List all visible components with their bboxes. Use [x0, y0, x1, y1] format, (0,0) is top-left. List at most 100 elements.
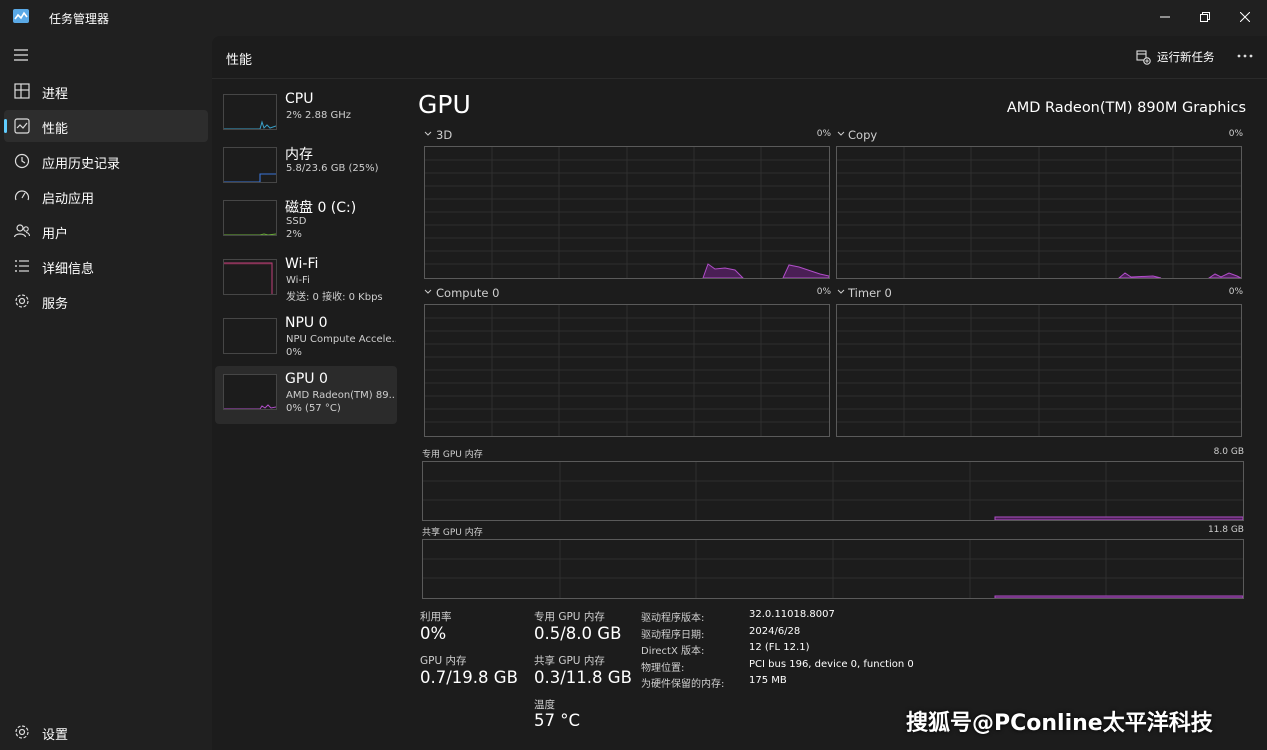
info-value: 175 MB — [749, 675, 787, 686]
nav-item-startup-apps[interactable]: 启动应用 — [4, 180, 208, 212]
device-card-memory[interactable]: 内存 5.8/23.6 GB (25%) — [215, 139, 397, 197]
run-new-task-label: 运行新任务 — [1157, 50, 1215, 64]
device-name: Wi-Fi — [285, 256, 319, 272]
nav-label: 应用历史记录 — [42, 157, 121, 172]
gpu-title: GPU — [418, 90, 471, 119]
nav-item-services[interactable]: 服务 — [4, 285, 208, 317]
task-manager-icon — [13, 9, 29, 23]
device-card-npu[interactable]: NPU 0 NPU Compute Accele... 0% — [215, 310, 397, 368]
device-sub: 5.8/23.6 GB (25%) — [286, 163, 379, 174]
nav-label: 详细信息 — [42, 262, 95, 277]
info-value: 2024/6/28 — [749, 626, 801, 637]
maximize-button[interactable] — [1190, 4, 1220, 30]
grid — [837, 305, 1241, 436]
device-name: GPU 0 — [285, 371, 328, 387]
nav-label: 设置 — [42, 728, 69, 743]
nav-label: 启动应用 — [42, 192, 95, 207]
graph-copy — [836, 146, 1242, 279]
chevron-down-icon[interactable] — [424, 130, 432, 138]
grid — [837, 147, 1241, 278]
device-card-wifi[interactable]: Wi-Fi Wi-Fi 发送: 0 接收: 0 Kbps — [215, 251, 397, 309]
grid — [423, 462, 1243, 520]
device-sub: Wi-Fi — [286, 275, 310, 286]
gpu-memory-label: GPU 内存 — [420, 655, 467, 667]
app-title: 任务管理器 — [49, 12, 110, 26]
gpu-thumbnail-graph — [223, 374, 277, 410]
nav-item-processes[interactable]: 进程 — [4, 75, 208, 107]
more-options-icon[interactable] — [1234, 46, 1256, 66]
graph-dedicated-memory — [422, 461, 1244, 521]
wifi-thumbnail-graph — [223, 259, 277, 295]
gpu-model-name: AMD Radeon(TM) 890M Graphics — [1006, 100, 1246, 116]
gauge-icon — [14, 190, 30, 201]
graph-compute-0 — [424, 304, 830, 437]
usage-line — [994, 595, 1243, 598]
graph-timer-0 — [836, 304, 1242, 437]
history-icon — [14, 153, 30, 169]
device-card-cpu[interactable]: CPU 2% 2.88 GHz — [215, 86, 397, 144]
chevron-down-icon[interactable] — [837, 288, 845, 296]
shared-memory-label: 共享 GPU 内存 — [422, 528, 483, 538]
nav-item-performance[interactable]: 性能 — [4, 110, 208, 142]
nav-item-settings[interactable]: 设置 — [4, 716, 208, 748]
engine-pct-copy: 0% — [1228, 129, 1243, 139]
temperature-value: 57 °C — [534, 711, 581, 730]
close-icon — [1240, 12, 1250, 22]
info-key: 驱动程序版本: — [641, 613, 705, 624]
grid — [423, 540, 1243, 598]
processes-icon — [14, 83, 30, 99]
details-list-icon — [15, 260, 29, 272]
device-sub: 0% (57 °C) — [286, 403, 341, 414]
hamburger-menu-icon[interactable] — [13, 48, 31, 62]
device-sub: 发送: 0 接收: 0 Kbps — [286, 292, 383, 303]
nav-item-app-history[interactable]: 应用历史记录 — [4, 145, 208, 177]
device-sub: SSD — [286, 216, 307, 227]
page-title: 性能 — [226, 53, 253, 68]
info-key: 为硬件保留的内存: — [641, 679, 725, 690]
active-indicator — [4, 119, 7, 133]
cpu-thumbnail-graph — [223, 94, 277, 130]
engine-label-compute[interactable]: Compute 0 — [436, 286, 499, 300]
nav-item-users[interactable]: 用户 — [4, 215, 208, 247]
minimize-button[interactable] — [1150, 4, 1180, 30]
chevron-down-icon[interactable] — [424, 288, 432, 296]
sidebar: 进程 性能 应用历史记录 启动应用 用户 详细信息 服务 设置 — [0, 36, 212, 750]
dedicated-memory-label: 专用 GPU 内存 — [422, 450, 483, 460]
device-name: 磁盘 0 (C:) — [285, 200, 357, 216]
nav-label: 进程 — [42, 87, 69, 102]
close-button[interactable] — [1230, 4, 1260, 30]
nav-label: 性能 — [42, 122, 69, 137]
restore-icon — [1200, 12, 1210, 22]
chevron-down-icon[interactable] — [837, 130, 845, 138]
engine-label-timer[interactable]: Timer 0 — [848, 286, 892, 300]
info-value: 32.0.11018.8007 — [749, 609, 835, 620]
info-value: 12 (FL 12.1) — [749, 642, 810, 653]
utilization-label: 利用率 — [420, 611, 452, 623]
performance-icon — [14, 118, 30, 134]
npu-thumbnail-graph — [223, 318, 277, 354]
device-card-disk[interactable]: 磁盘 0 (C:) SSD 2% — [215, 192, 397, 250]
info-value: PCI bus 196, device 0, function 0 — [749, 659, 914, 670]
shared-memory-max: 11.8 GB — [1207, 525, 1244, 535]
dedicated-stat-value: 0.5/8.0 GB — [534, 624, 622, 643]
page-header: 性能 运行新任务 — [212, 36, 1267, 79]
usage-line — [702, 263, 829, 278]
engine-label-copy[interactable]: Copy — [848, 128, 877, 142]
engine-pct-timer: 0% — [1228, 287, 1243, 297]
temperature-label: 温度 — [534, 699, 555, 711]
device-card-gpu[interactable]: GPU 0 AMD Radeon(TM) 89... 0% (57 °C) — [215, 366, 397, 424]
device-sub: AMD Radeon(TM) 89... — [286, 390, 396, 401]
graph-3d — [424, 146, 830, 279]
content-area: 性能 运行新任务 CPU 2% 2.88 GHz 内存 5.8/23.6 GB … — [212, 36, 1267, 750]
info-key: DirectX 版本: — [641, 646, 705, 657]
info-key: 物理位置: — [641, 663, 685, 674]
run-new-task-button[interactable]: 运行新任务 — [1136, 47, 1215, 67]
nav-item-details[interactable]: 详细信息 — [4, 250, 208, 282]
device-sub: 2% 2.88 GHz — [286, 110, 352, 121]
run-task-icon — [1136, 49, 1151, 65]
grid — [425, 305, 829, 436]
engine-label-3d[interactable]: 3D — [436, 128, 452, 142]
minimize-icon — [1160, 16, 1170, 18]
settings-gear-icon — [15, 725, 29, 739]
nav-label: 服务 — [42, 297, 69, 312]
